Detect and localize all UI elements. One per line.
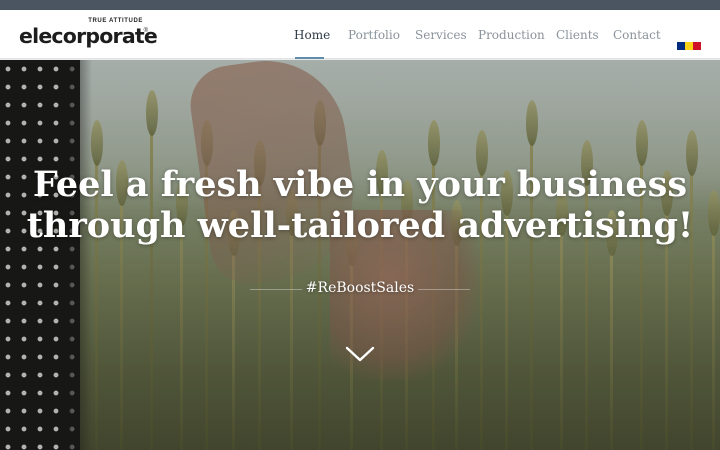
hero-headline-line-2: through well-tailored advertising! <box>26 205 694 246</box>
top-strip <box>0 0 720 10</box>
nav-contact[interactable]: Contact <box>613 28 661 48</box>
nav-portfolio[interactable]: Portfolio <box>348 28 400 48</box>
navbar: TRUE ATTITUDE elecorporate ® Home Portfo… <box>0 10 720 59</box>
nav-production[interactable]: Production <box>478 28 545 48</box>
hero-headline-line-1: Feel a fresh vibe in your business <box>32 164 688 205</box>
brand-logo[interactable]: TRUE ATTITUDE elecorporate ® <box>19 18 158 54</box>
chevron-down-icon[interactable] <box>344 344 376 364</box>
hero-banner: Feel a fresh vibe in your business throu… <box>0 60 720 450</box>
romanian-flag-icon[interactable] <box>677 42 701 50</box>
nav-clients[interactable]: Clients <box>556 28 599 48</box>
active-nav-indicator <box>295 57 324 59</box>
nav-home[interactable]: Home <box>294 28 330 48</box>
brand-name: elecorporate <box>19 24 158 48</box>
hero-headline: Feel a fresh vibe in your business throu… <box>0 164 720 246</box>
registered-mark: ® <box>143 28 148 34</box>
hero-hashtag: #ReBoostSales <box>305 280 415 296</box>
nav-services[interactable]: Services <box>415 28 467 48</box>
